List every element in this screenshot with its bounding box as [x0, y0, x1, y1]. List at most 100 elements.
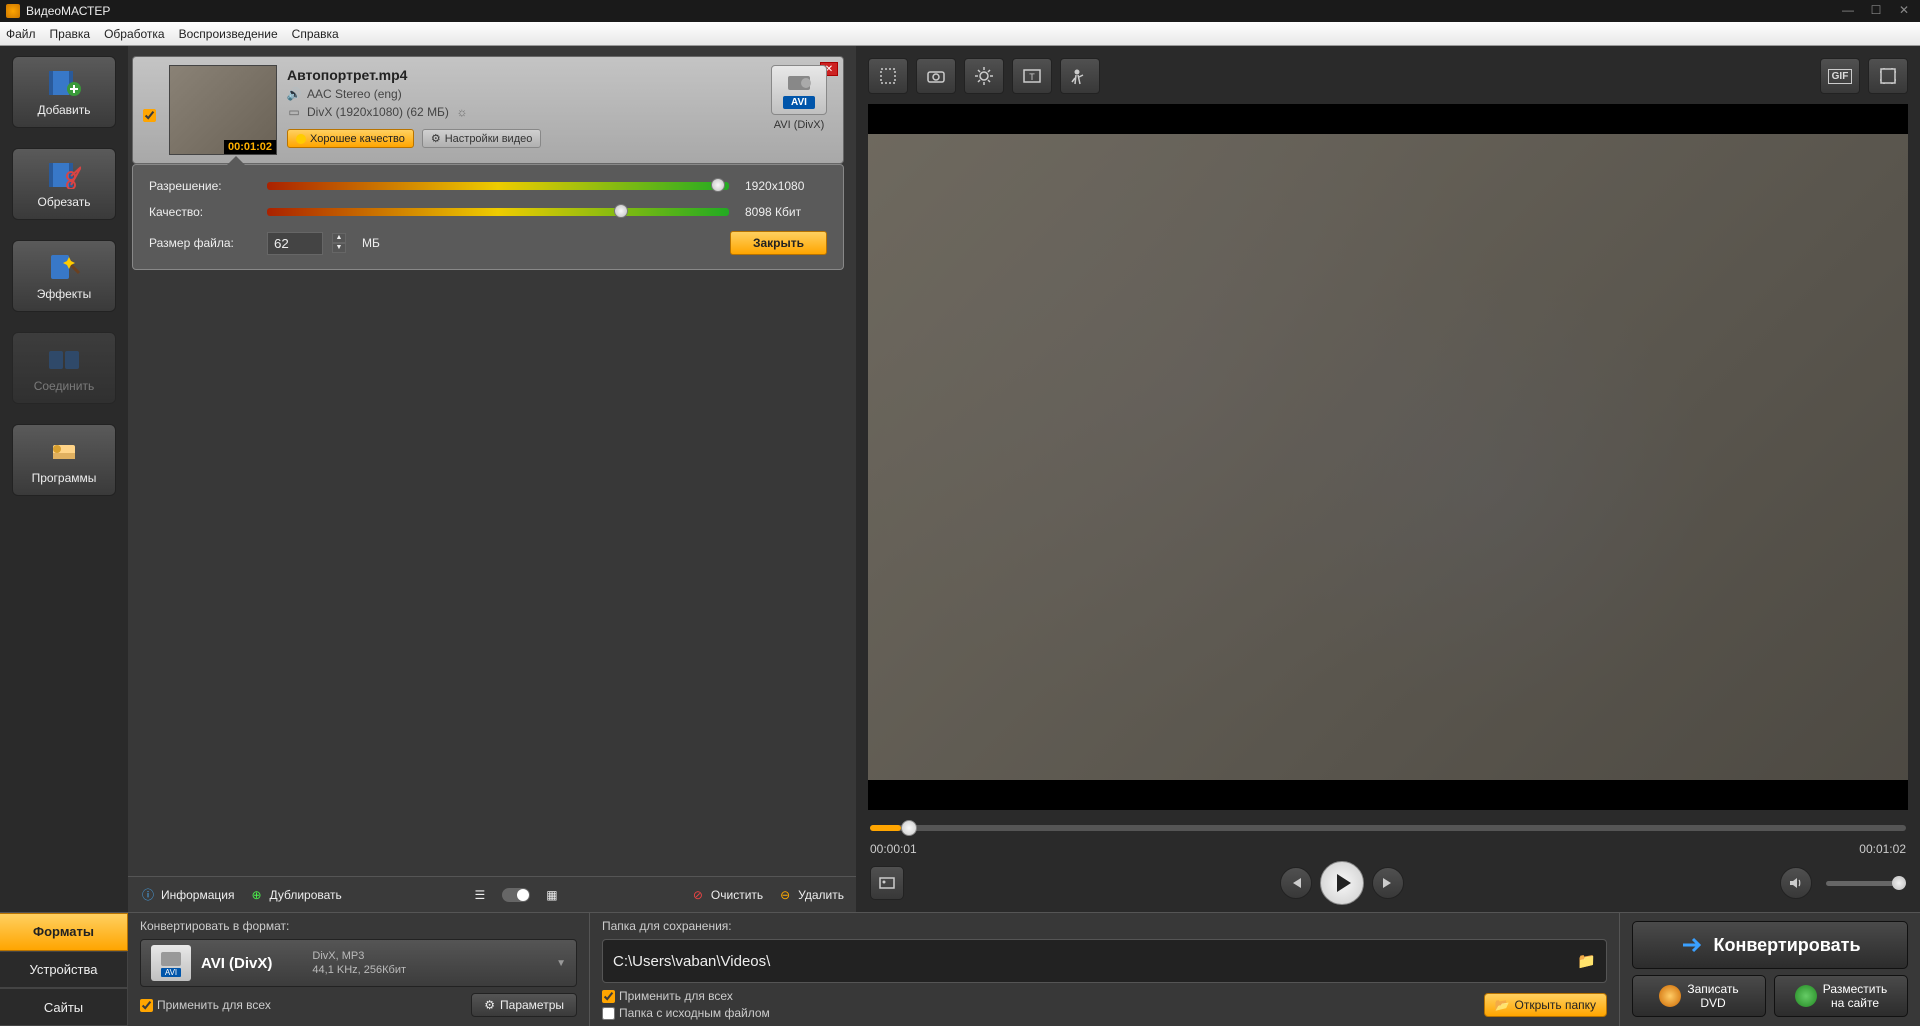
sidebar-cut-label: Обрезать	[38, 195, 91, 209]
sidebar-add-label: Добавить	[37, 103, 90, 117]
fullscreen-icon[interactable]	[1868, 58, 1908, 94]
play-button[interactable]	[1320, 861, 1364, 905]
fx-icon	[46, 251, 82, 283]
quality-slider[interactable]	[267, 208, 729, 216]
delete-button[interactable]: ⊖Удалить	[777, 887, 844, 903]
size-down[interactable]: ▼	[332, 243, 346, 253]
time-total: 00:01:02	[1859, 842, 1906, 856]
sidebar-join: Соединить	[12, 332, 116, 404]
file-audio: AAC Stereo (eng)	[307, 87, 402, 101]
bottom-bar: Форматы Устройства Сайты Конвертировать …	[0, 912, 1920, 1026]
info-button[interactable]: ⓘИнформация	[140, 887, 234, 903]
preview-panel: T GIF 00:00:01 00:01:02	[856, 46, 1920, 912]
brightness-icon[interactable]	[964, 58, 1004, 94]
save-path[interactable]: C:\Users\vaban\Videos\ 📁	[602, 939, 1607, 983]
menu-process[interactable]: Обработка	[104, 27, 165, 41]
video-settings-pill[interactable]: ⚙Настройки видео	[422, 129, 542, 148]
quality-pill[interactable]: Хорошее качество	[287, 129, 414, 148]
view-list-icon[interactable]: ☰	[472, 887, 488, 903]
sidebar-apps-label: Программы	[32, 471, 97, 485]
size-label: Размер файла:	[149, 236, 257, 250]
globe-icon	[1795, 985, 1817, 1007]
tab-sites[interactable]: Сайты	[0, 988, 128, 1026]
minimize-button[interactable]: —	[1838, 3, 1858, 19]
sidebar-join-label: Соединить	[34, 379, 95, 393]
resolution-slider[interactable]	[267, 182, 729, 190]
menu-help[interactable]: Справка	[292, 27, 339, 41]
tab-devices[interactable]: Устройства	[0, 951, 128, 989]
sidebar-fx-label: Эффекты	[37, 287, 92, 301]
size-input[interactable]	[267, 232, 323, 255]
volume-slider[interactable]	[1826, 881, 1906, 886]
burn-dvd-button[interactable]: ЗаписатьDVD	[1632, 975, 1766, 1017]
view-grid-icon[interactable]: ▦	[544, 887, 560, 903]
sidebar-add[interactable]: Добавить	[12, 56, 116, 128]
close-button[interactable]: ✕	[1894, 3, 1914, 19]
close-popup-button[interactable]: Закрыть	[730, 231, 827, 255]
quality-value: 8098 Кбит	[739, 205, 827, 219]
crop-icon[interactable]	[868, 58, 908, 94]
app-icon	[6, 4, 20, 18]
file-item[interactable]: ✕ 00:01:02 Автопортрет.mp4 🔊AAC Stereo (…	[132, 56, 844, 164]
sidebar: Добавить Обрезать Эффекты Соединить Прог…	[0, 46, 128, 912]
clear-button[interactable]: ⊘Очистить	[690, 887, 763, 903]
sidebar-cut[interactable]: Обрезать	[12, 148, 116, 220]
tab-formats[interactable]: Форматы	[0, 913, 128, 951]
file-checkbox[interactable]	[143, 109, 156, 122]
format-selector[interactable]: AVI AVI (DivX) DivX, MP3 44,1 KHz, 256Кб…	[140, 939, 577, 987]
add-icon	[46, 67, 82, 99]
apply-all-path[interactable]: Применить для всех	[602, 989, 770, 1003]
folder-icon: 📂	[1495, 998, 1510, 1012]
upload-button[interactable]: Разместитьна сайте	[1774, 975, 1908, 1017]
resolution-value: 1920x1080	[739, 179, 827, 193]
menubar: Файл Правка Обработка Воспроизведение Сп…	[0, 22, 1920, 46]
seek-slider[interactable]	[870, 825, 1906, 831]
format-sub1: DivX, MP3	[312, 950, 406, 962]
save-folder-label: Папка для сохранения:	[602, 919, 1607, 933]
speed-icon[interactable]	[1060, 58, 1100, 94]
video-preview[interactable]	[868, 104, 1908, 810]
text-icon[interactable]: T	[1012, 58, 1052, 94]
snapshot-button[interactable]	[870, 866, 904, 900]
gear-icon: ⚙	[484, 998, 495, 1012]
format-label: AVI (DivX)	[765, 119, 833, 131]
view-toggle-icon[interactable]	[502, 888, 530, 902]
apps-icon	[46, 435, 82, 467]
video-icon: ▭	[287, 105, 301, 119]
convert-to-label: Конвертировать в формат:	[140, 919, 577, 933]
open-folder-button[interactable]: 📂Открыть папку	[1484, 993, 1607, 1017]
convert-icon	[1679, 933, 1703, 957]
dvd-icon	[1659, 985, 1681, 1007]
time-current: 00:00:01	[870, 842, 917, 856]
convert-button[interactable]: Конвертировать	[1632, 921, 1908, 969]
menu-file[interactable]: Файл	[6, 27, 36, 41]
sidebar-effects[interactable]: Эффекты	[12, 240, 116, 312]
menu-edit[interactable]: Правка	[50, 27, 91, 41]
source-folder-check[interactable]: Папка с исходным файлом	[602, 1006, 770, 1020]
apply-all-format[interactable]: Применить для всех	[140, 998, 271, 1012]
gif-button[interactable]: GIF	[1820, 58, 1860, 94]
volume-button[interactable]	[1780, 867, 1812, 899]
join-icon	[46, 343, 82, 375]
app-title: ВидеоМАСТЕР	[26, 4, 110, 18]
prev-button[interactable]	[1280, 867, 1312, 899]
sidebar-programs[interactable]: Программы	[12, 424, 116, 496]
camera-icon[interactable]	[916, 58, 956, 94]
duplicate-button[interactable]: ⊕Дублировать	[248, 887, 341, 903]
titlebar: ВидеоМАСТЕР — ☐ ✕	[0, 0, 1920, 22]
cut-icon	[46, 159, 82, 191]
maximize-button[interactable]: ☐	[1866, 3, 1886, 19]
file-duration: 00:01:02	[224, 140, 276, 154]
file-thumbnail[interactable]: 00:01:02	[169, 65, 277, 155]
menu-playback[interactable]: Воспроизведение	[179, 27, 278, 41]
browse-icon[interactable]: 📁	[1577, 952, 1596, 970]
file-title: Автопортрет.mp4	[287, 67, 755, 83]
next-button[interactable]	[1372, 867, 1404, 899]
settings-small-icon[interactable]: ☼	[455, 105, 469, 119]
format-badge[interactable]: AVI AVI (DivX)	[765, 65, 833, 155]
params-button[interactable]: ⚙Параметры	[471, 993, 577, 1017]
svg-text:T: T	[1029, 72, 1035, 82]
size-up[interactable]: ▲	[332, 233, 346, 243]
chevron-down-icon: ▼	[556, 958, 566, 969]
resolution-label: Разрешение:	[149, 179, 257, 193]
